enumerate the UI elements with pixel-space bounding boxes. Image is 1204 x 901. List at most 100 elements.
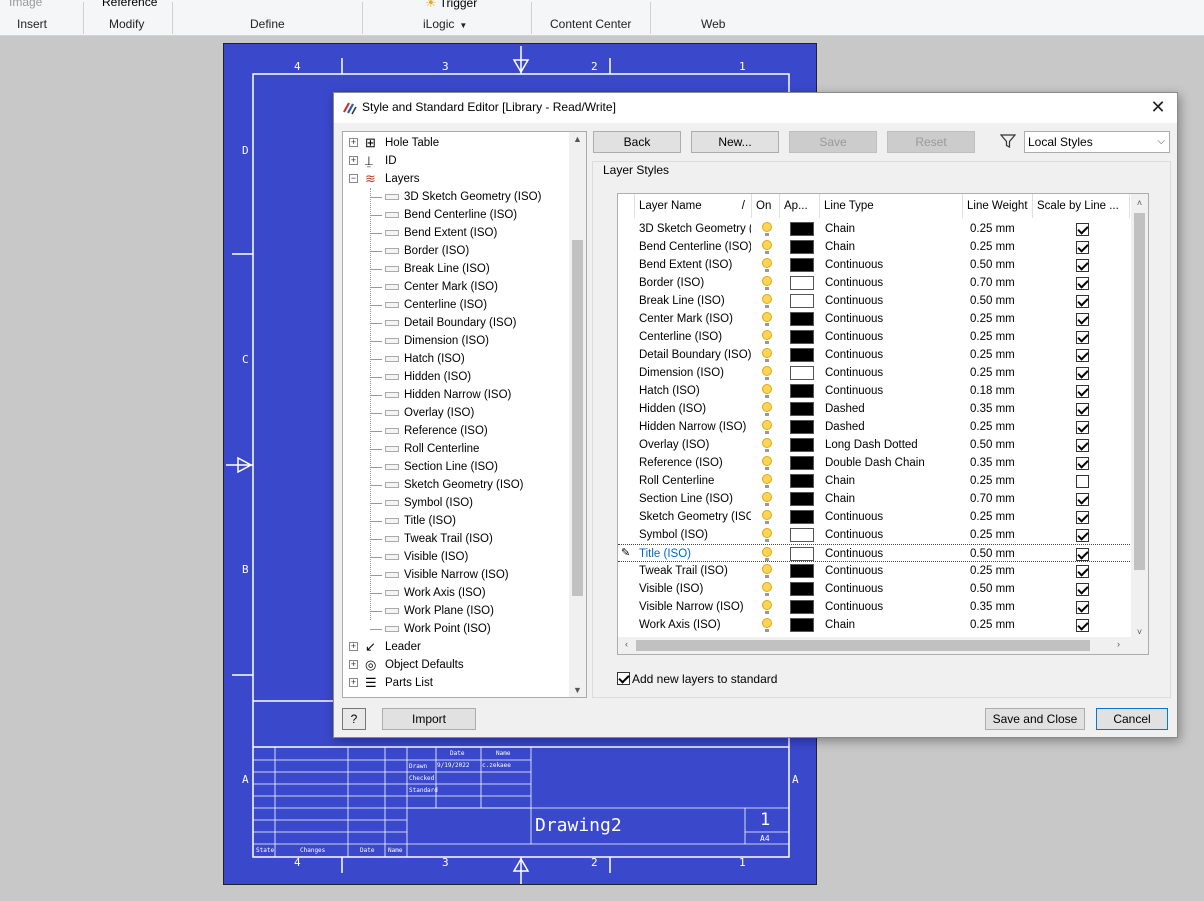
lightbulb-icon[interactable] [762, 618, 772, 632]
color-swatch[interactable] [790, 312, 814, 326]
lightbulb-icon[interactable] [762, 240, 772, 254]
layer-name-cell[interactable]: Section Line (ISO) [639, 490, 751, 508]
scale-by-line-weight-checkbox[interactable] [1076, 241, 1089, 254]
color-swatch[interactable] [790, 420, 814, 434]
expand-icon[interactable]: + [349, 660, 358, 669]
lightbulb-icon[interactable] [762, 402, 772, 416]
scale-by-line-weight-checkbox[interactable] [1076, 331, 1089, 344]
line-type-cell[interactable]: Dashed [825, 400, 961, 418]
lightbulb-icon[interactable] [762, 510, 772, 524]
expand-icon[interactable]: + [349, 156, 358, 165]
layer-row[interactable]: Bend Extent (ISO) Continuous 0.50 mm [618, 256, 1130, 274]
layer-row[interactable]: Centerline (ISO) Continuous 0.25 mm [618, 328, 1130, 346]
layer-row[interactable]: Border (ISO) Continuous 0.70 mm [618, 274, 1130, 292]
layer-row[interactable]: Hatch (ISO) Continuous 0.18 mm [618, 382, 1130, 400]
lightbulb-icon[interactable] [762, 456, 772, 470]
layer-name-cell[interactable]: Bend Centerline (ISO) [639, 238, 751, 256]
scale-by-line-weight-checkbox[interactable] [1076, 475, 1089, 488]
layer-name-cell[interactable]: Work Axis (ISO) [639, 616, 751, 634]
line-weight-cell[interactable]: 0.25 mm [970, 526, 1030, 544]
tree-scrollbar[interactable]: ▲ ▼ [569, 132, 586, 697]
scale-by-line-weight-checkbox[interactable] [1076, 259, 1089, 272]
line-weight-cell[interactable]: 0.35 mm [970, 454, 1030, 472]
lightbulb-icon[interactable] [762, 330, 772, 344]
line-weight-cell[interactable]: 0.70 mm [970, 490, 1030, 508]
color-swatch[interactable] [790, 402, 814, 416]
line-weight-cell[interactable]: 0.35 mm [970, 400, 1030, 418]
layer-name-cell[interactable]: Hidden (ISO) [639, 400, 751, 418]
layer-name-cell[interactable]: 3D Sketch Geometry (IS [639, 220, 751, 238]
expand-icon[interactable]: + [349, 642, 358, 651]
scale-by-line-weight-checkbox[interactable] [1076, 601, 1089, 614]
col-header-line-type[interactable]: Line Type [820, 194, 963, 218]
color-swatch[interactable] [790, 222, 814, 236]
layer-name-cell[interactable]: Detail Boundary (ISO) [639, 346, 751, 364]
lightbulb-icon[interactable] [762, 294, 772, 308]
line-type-cell[interactable]: Continuous [825, 545, 961, 563]
expand-icon[interactable]: + [349, 138, 358, 147]
lightbulb-icon[interactable] [762, 222, 772, 236]
line-type-cell[interactable]: Long Dash Dotted [825, 436, 961, 454]
line-weight-cell[interactable]: 0.25 mm [970, 418, 1030, 436]
layer-name-cell[interactable]: Hidden Narrow (ISO) [639, 418, 751, 436]
line-type-cell[interactable]: Continuous [825, 310, 961, 328]
reset-button[interactable]: Reset [887, 131, 975, 153]
line-type-cell[interactable]: Double Dash Chain [825, 454, 961, 472]
panel-define[interactable]: Define [250, 17, 285, 31]
line-weight-cell[interactable]: 0.18 mm [970, 382, 1030, 400]
col-header-appearance[interactable]: Ap... [780, 194, 820, 218]
lightbulb-icon[interactable] [762, 474, 772, 488]
scroll-right-icon[interactable]: › [1110, 639, 1127, 649]
scale-by-line-weight-checkbox[interactable] [1076, 421, 1089, 434]
line-weight-cell[interactable]: 0.25 mm [970, 364, 1030, 382]
scale-by-line-weight-checkbox[interactable] [1076, 439, 1089, 452]
line-weight-cell[interactable]: 0.25 mm [970, 346, 1030, 364]
layer-row[interactable]: Section Line (ISO) Chain 0.70 mm [618, 490, 1130, 508]
color-swatch[interactable] [790, 240, 814, 254]
grid-vscroll-thumb[interactable] [1134, 213, 1145, 570]
scale-by-line-weight-checkbox[interactable] [1076, 511, 1089, 524]
layer-name-cell[interactable]: Centerline (ISO) [639, 328, 751, 346]
layer-row[interactable]: Bend Centerline (ISO) Chain 0.25 mm [618, 238, 1130, 256]
lightbulb-icon[interactable] [762, 366, 772, 380]
scale-by-line-weight-checkbox[interactable] [1076, 385, 1089, 398]
style-tree[interactable]: ▲ ▼ + ⊞ Hole Table + ⍊ ID − ≋ Layers 3D Sketch Ge… [342, 131, 587, 698]
line-weight-cell[interactable]: 0.25 mm [970, 472, 1030, 490]
save-button[interactable]: Save [789, 131, 877, 153]
line-weight-cell[interactable]: 0.50 mm [970, 292, 1030, 310]
color-swatch[interactable] [790, 258, 814, 272]
color-swatch[interactable] [790, 276, 814, 290]
layer-row[interactable]: Roll Centerline Chain 0.25 mm [618, 472, 1130, 490]
scale-by-line-weight-checkbox[interactable] [1076, 313, 1089, 326]
scroll-down-icon[interactable]: ▼ [569, 685, 586, 695]
panel-insert[interactable]: Insert [17, 17, 47, 31]
color-swatch[interactable] [790, 348, 814, 362]
lightbulb-icon[interactable] [762, 348, 772, 362]
cancel-button[interactable]: Cancel [1096, 708, 1168, 730]
lightbulb-icon[interactable] [762, 600, 772, 614]
layer-name-cell[interactable]: Title (ISO) [639, 545, 751, 563]
lightbulb-icon[interactable] [762, 528, 772, 542]
scale-by-line-weight-checkbox[interactable] [1076, 565, 1089, 578]
layer-name-cell[interactable]: Border (ISO) [639, 274, 751, 292]
line-type-cell[interactable]: Chain [825, 616, 961, 634]
help-button[interactable]: ? [342, 708, 366, 730]
line-weight-cell[interactable]: 0.50 mm [970, 256, 1030, 274]
color-swatch[interactable] [790, 456, 814, 470]
layer-name-cell[interactable]: Roll Centerline [639, 472, 751, 490]
tree-scroll-thumb[interactable] [572, 240, 583, 596]
panel-content-center[interactable]: Content Center [550, 17, 631, 31]
layer-name-cell[interactable]: Symbol (ISO) [639, 526, 751, 544]
import-button[interactable]: Import [382, 708, 476, 730]
line-weight-cell[interactable]: 0.25 mm [970, 220, 1030, 238]
layer-name-cell[interactable]: Reference (ISO) [639, 454, 751, 472]
scroll-up-icon[interactable]: ˄ [1131, 198, 1148, 208]
line-type-cell[interactable]: Continuous [825, 580, 961, 598]
add-new-layers-checkbox[interactable] [617, 672, 630, 685]
line-type-cell[interactable]: Dashed [825, 418, 961, 436]
layer-row[interactable]: 3D Sketch Geometry (IS Chain 0.25 mm [618, 220, 1130, 238]
scroll-up-icon[interactable]: ▲ [569, 134, 586, 144]
col-header-line-weight[interactable]: Line Weight [963, 194, 1033, 218]
lightbulb-icon[interactable] [762, 438, 772, 452]
col-header-scale-by-line-weight[interactable]: Scale by Line ... [1033, 194, 1130, 218]
